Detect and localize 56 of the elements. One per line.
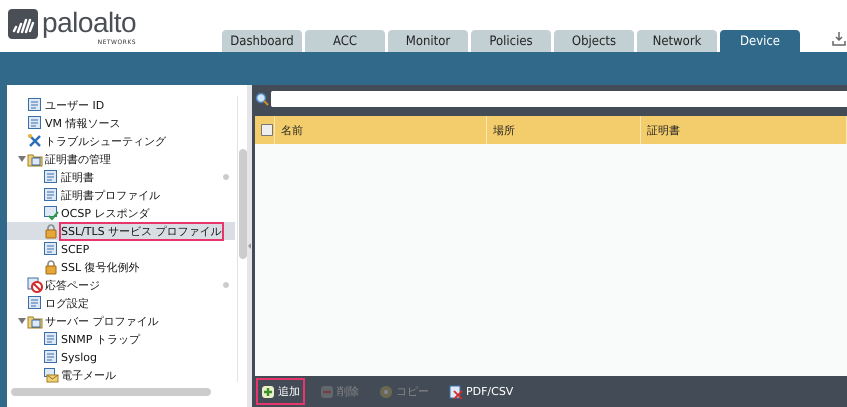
document-icon: [43, 169, 59, 185]
tree-item[interactable]: Syslog: [61, 350, 97, 364]
tree-item[interactable]: SNMP トラップ: [61, 332, 140, 346]
document-icon: [27, 97, 43, 113]
column-header[interactable]: 証明書: [647, 122, 680, 138]
tree-item[interactable]: OCSP レスポンダ: [61, 206, 150, 220]
minus-icon: [320, 384, 334, 398]
document-icon: [43, 187, 59, 203]
toolbar-button[interactable]: PDF/CSV: [444, 378, 518, 404]
tree-item[interactable]: 証明書の管理: [45, 152, 111, 166]
tree-item[interactable]: 応答ページ: [45, 278, 100, 292]
document-icon: [43, 241, 59, 257]
tree-item[interactable]: SCEP: [61, 242, 90, 256]
prohibited-icon: [27, 277, 43, 293]
nav-tab[interactable]: ACC: [305, 30, 385, 52]
nav-tab[interactable]: Monitor: [388, 30, 468, 52]
tree-item[interactable]: サーバー プロファイル: [45, 314, 158, 328]
toolbar-button[interactable]: 追加: [256, 378, 305, 405]
collapse-arrow-icon: [248, 243, 251, 249]
search-field[interactable]: [271, 91, 847, 107]
download-icon[interactable]: [831, 31, 847, 47]
tree-item[interactable]: 電子メール: [61, 368, 116, 382]
document-icon: [27, 295, 43, 311]
nav-tab[interactable]: Objects: [554, 30, 634, 52]
tree-item[interactable]: VM 情報ソース: [45, 116, 121, 130]
vertical-scrollbar[interactable]: [239, 149, 247, 259]
horizontal-scrollbar[interactable]: [11, 388, 211, 396]
nav-tab[interactable]: Network: [637, 30, 717, 52]
expand-toggle-icon[interactable]: [18, 317, 26, 325]
select-all-checkbox[interactable]: [261, 124, 273, 136]
column-header[interactable]: 名前: [281, 122, 303, 138]
tree-item[interactable]: ユーザー ID: [45, 98, 104, 112]
nav-tab[interactable]: Policies: [471, 30, 551, 52]
document-check-icon: [43, 205, 59, 221]
logo-name: paloalto: [42, 9, 136, 37]
nav-tab[interactable]: Device: [720, 30, 800, 52]
tree-item[interactable]: 証明書プロファイル: [61, 188, 160, 202]
document-icon: [27, 115, 43, 131]
lock-icon: [43, 223, 59, 239]
document-icon: [43, 349, 59, 365]
expand-toggle-icon[interactable]: [18, 155, 26, 163]
tree-item[interactable]: ログ設定: [45, 296, 89, 310]
column-header[interactable]: 場所: [493, 122, 515, 138]
pdf-document-icon: [449, 384, 463, 398]
document-icon: [43, 331, 59, 347]
add-icon: [261, 384, 275, 398]
logo-icon: [8, 9, 38, 39]
disc-icon: [379, 384, 393, 398]
tree-item[interactable]: SSL 復号化例外: [61, 260, 140, 274]
tree-item[interactable]: 証明書: [61, 170, 94, 184]
tools-icon: [27, 133, 43, 149]
nav-tab[interactable]: Dashboard: [222, 30, 302, 52]
search-icon: [255, 92, 269, 106]
tree-item[interactable]: トラブルシューティング: [45, 134, 166, 148]
lock-icon: [43, 259, 59, 275]
mail-icon: [43, 367, 59, 383]
